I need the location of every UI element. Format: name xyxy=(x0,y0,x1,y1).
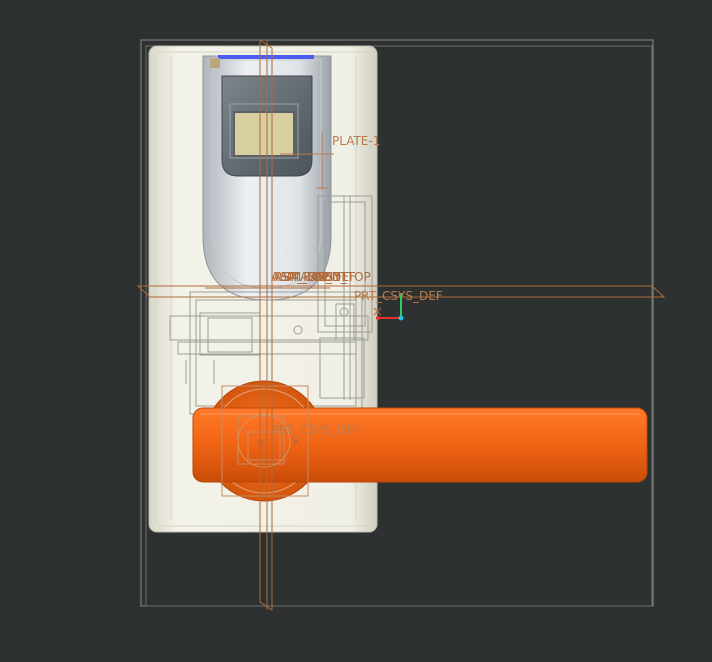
fingerprint-sensor-window[interactable] xyxy=(233,111,295,157)
cad-model-view[interactable]: PLATE-1 ASM_RIGHT ASM_TOP ASM_FRONT ASM_… xyxy=(0,0,712,662)
scanner-accent-bar xyxy=(218,55,314,59)
csys-label-upper[interactable]: PRT_CSYS_DEF xyxy=(354,289,443,303)
lever-handle-assembly[interactable] xyxy=(192,380,648,502)
csys-label-lower[interactable]: PRT_CSYS_DEF xyxy=(272,423,361,437)
datum-label-4: ASSY_TOP xyxy=(310,270,371,284)
triad-origin xyxy=(398,315,404,321)
plate-label[interactable]: PLATE-1 xyxy=(332,134,380,148)
datum-label-stack[interactable]: ASM_RIGHT ASM_TOP ASM_FRONT ASM_DEF ASSY… xyxy=(271,270,371,284)
graphics-viewport[interactable]: PLATE-1 ASM_RIGHT ASM_TOP ASM_FRONT ASM_… xyxy=(0,0,712,662)
lever-handle[interactable] xyxy=(192,407,648,483)
